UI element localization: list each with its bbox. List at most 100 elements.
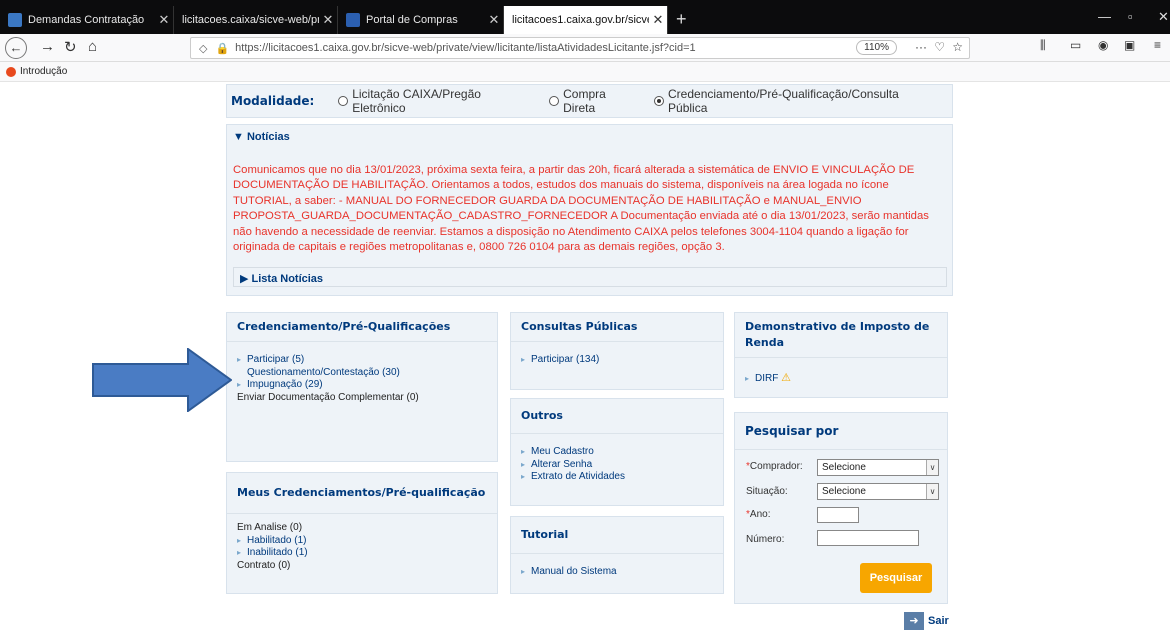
bullet-icon: ▸ (521, 567, 526, 576)
sidebar-icon[interactable]: ▭ (1070, 38, 1081, 52)
close-icon[interactable]: ✕ (485, 12, 503, 28)
meus-credenciamentos-panel: Meus Credenciamentos/Pré-qualificação Em… (226, 472, 498, 594)
chevron-down-icon: ∨ (926, 484, 938, 499)
pesquisar-title: Pesquisar por (735, 413, 947, 450)
link-extrato[interactable]: ▸ Extrato de Atividades (521, 471, 713, 484)
imposto-title: Demonstrativo de Imposto de Renda (735, 313, 947, 358)
item-label: Em Analise (0) (237, 522, 303, 533)
menu-icon[interactable]: ≡ (1154, 38, 1161, 52)
link-label: Habilitado (1) (247, 534, 307, 546)
link-label: Inabilitado (1) (247, 547, 308, 558)
link-label: Questionamento/Contestação (30) (247, 366, 400, 378)
restore-icon[interactable]: ▫ (1128, 9, 1133, 24)
shield-icon: ◇ (199, 42, 208, 55)
item-em-analise: Em Analise (0) (237, 522, 487, 535)
item-contrato: Contrato (0) (237, 560, 487, 573)
tab-demandas[interactable]: Demandas Contratação ✕ (0, 6, 174, 34)
close-icon[interactable]: ✕ (155, 12, 173, 28)
radio-compra-direta[interactable]: Compra Direta (549, 87, 640, 115)
link-questionamento[interactable]: ▸Questionamento/Contestação (30) (237, 367, 487, 380)
link-meu-cadastro[interactable]: ▸ Meu Cadastro (521, 446, 713, 459)
sair-label: Sair (928, 615, 949, 627)
link-inabilitado[interactable]: ▸ Inabilitado (1) (237, 547, 487, 560)
radio-icon[interactable] (549, 96, 560, 106)
tab-label: licitacoes1.caixa.gov.br/sicve-web/ (512, 14, 649, 26)
radio-licitacao[interactable]: Licitação CAIXA/Pregão Eletrônico (338, 87, 535, 115)
forward-icon[interactable]: → (40, 38, 55, 55)
link-enviar-documentacao[interactable]: Enviar Documentação Complementar (0) (237, 392, 487, 405)
outros-title: Outros (511, 399, 723, 434)
link-label: Participar (134) (531, 354, 600, 365)
radio-icon[interactable] (338, 96, 349, 106)
close-icon[interactable]: ✕ (319, 12, 337, 28)
bullet-icon: ▸ (237, 380, 242, 389)
credenciamento-panel: Credenciamento/Pré-Qualificações ▸ Partic… (226, 312, 498, 462)
link-label: Alterar Senha (531, 458, 593, 470)
tab-licitacoes[interactable]: licitacoes.caixa/sicve-web/private/ ✕ (174, 6, 338, 34)
close-icon[interactable]: ✕ (649, 12, 667, 28)
link-dirf[interactable]: ▸ DIRF ⚠ (745, 372, 937, 386)
tab-label: Portal de Compras (366, 14, 458, 26)
tab-active[interactable]: licitacoes1.caixa.gov.br/sicve-web/ ✕ (504, 6, 668, 34)
ano-input[interactable] (817, 507, 859, 523)
tutorial-title: Tutorial (511, 517, 723, 554)
firefox-icon (6, 66, 16, 77)
more-icon[interactable]: ··· (915, 40, 927, 54)
bullet-icon: ▸ (237, 355, 242, 364)
home-icon[interactable]: ⌂ (88, 38, 97, 55)
tab-portal[interactable]: Portal de Compras ✕ (338, 6, 504, 34)
link-label: Meu Cadastro (531, 446, 594, 457)
pocket-icon[interactable]: ♡ (934, 40, 945, 54)
radio-label: Licitação CAIXA/Pregão Eletrônico (352, 87, 481, 115)
extension-icon[interactable]: ▣ (1124, 38, 1135, 52)
bookmark-label: Introdução (20, 66, 68, 77)
link-participar[interactable]: ▸ Participar (5) (237, 354, 487, 367)
pesquisar-button[interactable]: Pesquisar (860, 563, 932, 593)
ano-label: *Ano: (746, 509, 771, 520)
page-icon (8, 13, 22, 27)
link-participar-consultas[interactable]: ▸ Participar (134) (521, 354, 713, 367)
link-label: Manual do Sistema (531, 566, 617, 577)
situacao-select[interactable]: Selecione ∨ (817, 483, 939, 500)
tab-label: licitacoes.caixa/sicve-web/private/ (182, 14, 319, 26)
link-manual[interactable]: ▸ Manual do Sistema (521, 566, 713, 579)
account-icon[interactable]: ◉ (1098, 38, 1108, 52)
news-list-toggle[interactable]: ▶ Lista Notícias (233, 267, 947, 287)
link-impugnacao[interactable]: ▸ Impugnação (29) (237, 379, 487, 392)
star-icon[interactable]: ☆ (952, 40, 963, 54)
numero-input[interactable] (817, 530, 919, 546)
link-label: Participar (5) (247, 354, 305, 365)
news-text: Comunicamos que no dia 13/01/2023, próxi… (233, 164, 929, 254)
select-value: Selecione (822, 462, 866, 473)
link-label: DIRF (755, 373, 779, 384)
imposto-panel: Demonstrativo de Imposto de Renda ▸ DIRF … (734, 312, 948, 398)
comprador-select[interactable]: Selecione ∨ (817, 459, 939, 476)
radio-credenciamento[interactable]: Credenciamento/Pré-Qualificação/Consulta… (654, 87, 938, 115)
back-icon[interactable]: ← (5, 37, 27, 59)
bullet-icon: ▸ (521, 472, 526, 481)
exit-icon: ➜ (904, 612, 924, 630)
zoom-badge[interactable]: 110% (856, 40, 897, 55)
url-bar[interactable]: ◇ 🔒 https://licitacoes1.caixa.gov.br/sic… (190, 37, 970, 59)
close-window-icon[interactable]: ✕ (1158, 9, 1169, 25)
numero-label: Número: (746, 534, 785, 545)
outros-panel: Outros ▸ Meu Cadastro ▸ Alterar Senha ▸ Ext… (510, 398, 724, 506)
consultas-panel: Consultas Públicas ▸ Participar (134) (510, 312, 724, 390)
bullet-icon: ▸ (521, 459, 526, 469)
reload-icon[interactable]: ↻ (64, 38, 77, 56)
link-alterar-senha[interactable]: ▸ Alterar Senha (521, 459, 713, 472)
consultas-title: Consultas Públicas (511, 313, 723, 342)
credenciamento-title: Credenciamento/Pré-Qualificações (227, 313, 497, 342)
sair-button[interactable]: ➜ Sair (904, 612, 949, 630)
link-habilitado[interactable]: ▸ Habilitado (1) (237, 535, 487, 548)
bookmark-introducao[interactable]: Introdução (6, 66, 67, 77)
link-label: Extrato de Atividades (531, 471, 625, 482)
news-title[interactable]: ▼ Notícias (233, 131, 290, 143)
link-label: Impugnação (29) (247, 379, 323, 390)
arrow-annotation-icon (92, 348, 232, 412)
radio-selected-icon[interactable] (654, 96, 665, 106)
minimize-icon[interactable]: — (1098, 9, 1111, 24)
new-tab-icon[interactable]: + (676, 9, 687, 30)
library-icon[interactable]: ⫼ (1040, 38, 1046, 53)
tab-strip: Demandas Contratação ✕ licitacoes.caixa/… (0, 0, 1170, 34)
